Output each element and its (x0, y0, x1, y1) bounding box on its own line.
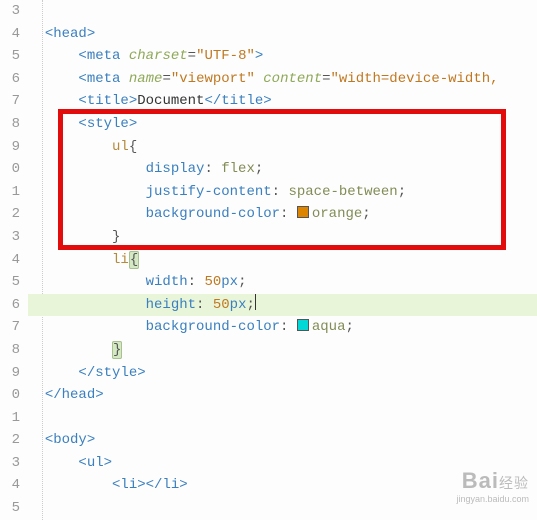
code-line[interactable]: background-color: orange; (28, 203, 537, 226)
code-editor[interactable]: 345 678 901 234 567 890 123 45 <head> <m… (0, 0, 537, 520)
code-line[interactable]: </style> (28, 362, 537, 385)
watermark: Bai经验 jingyan.baidu.com (456, 468, 529, 504)
code-line[interactable]: <style> (28, 113, 537, 136)
code-line[interactable]: background-color: aqua; (28, 316, 537, 339)
code-line[interactable]: <body> (28, 429, 537, 452)
code-line[interactable]: } (28, 339, 537, 362)
code-line[interactable]: width: 50px; (28, 271, 537, 294)
text-cursor (255, 294, 256, 310)
code-line-active[interactable]: height: 50px; (28, 294, 537, 317)
code-line[interactable] (28, 0, 537, 23)
code-line[interactable]: li{ (28, 249, 537, 272)
code-line[interactable]: } (28, 226, 537, 249)
code-line[interactable]: ul{ (28, 136, 537, 159)
code-line[interactable]: justify-content: space-between; (28, 181, 537, 204)
code-line[interactable]: display: flex; (28, 158, 537, 181)
color-swatch-orange (297, 206, 309, 218)
code-line[interactable]: <meta name="viewport" content="width=dev… (28, 68, 537, 91)
line-gutter: 345 678 901 234 567 890 123 45 (0, 0, 28, 520)
code-line[interactable]: <head> (28, 23, 537, 46)
code-line[interactable]: <title>Document</title> (28, 90, 537, 113)
code-line[interactable] (28, 407, 537, 430)
code-line[interactable]: </head> (28, 384, 537, 407)
color-swatch-aqua (297, 319, 309, 331)
code-area[interactable]: <head> <meta charset="UTF-8"> <meta name… (28, 0, 537, 520)
code-line[interactable]: <meta charset="UTF-8"> (28, 45, 537, 68)
